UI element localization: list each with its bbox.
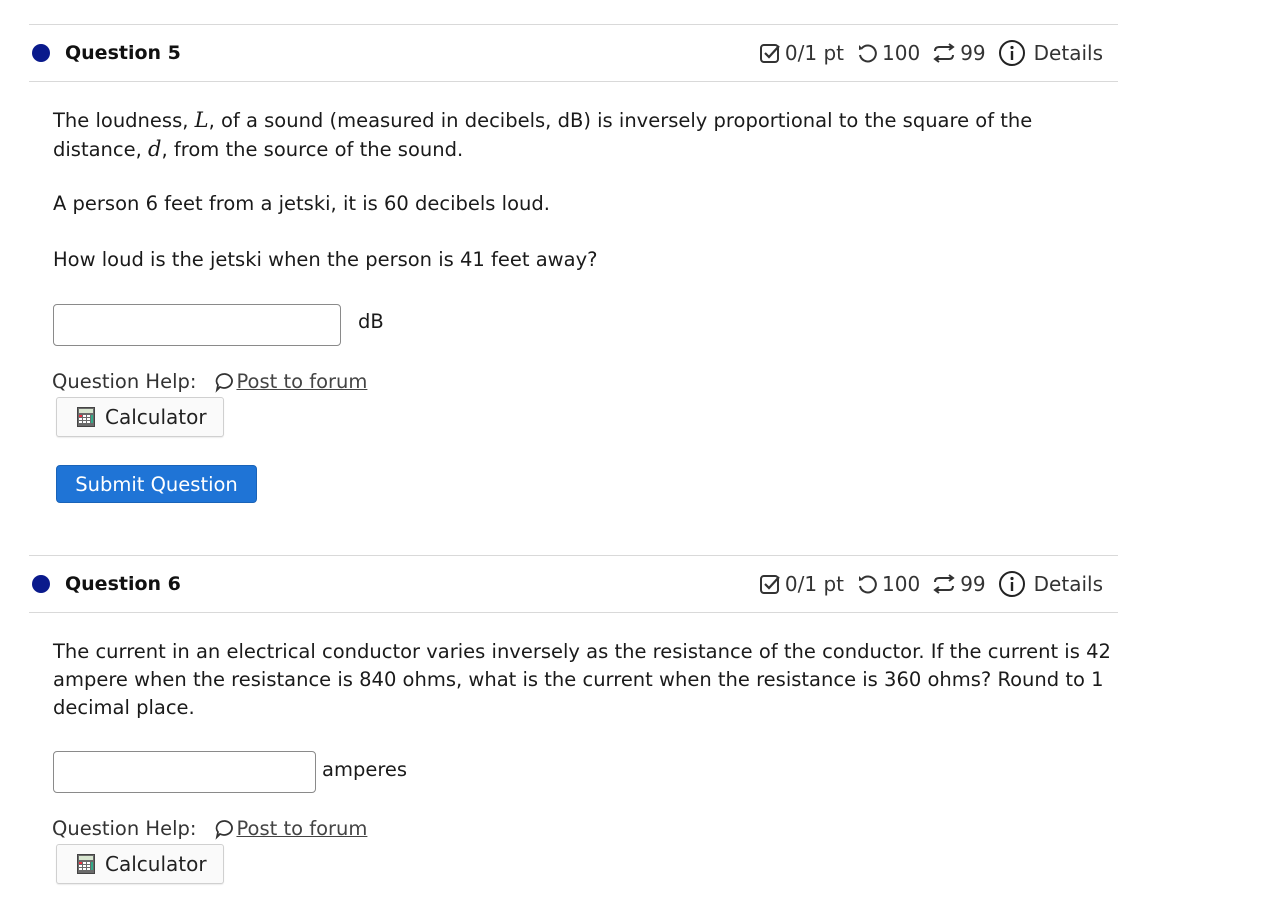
post-to-forum-link[interactable]: Post to forum [214,817,367,840]
checkbox-icon [759,44,780,63]
question-help: Question Help: Post to forum [52,817,367,840]
attempts-indicator: 99 [932,41,986,65]
info-icon [998,40,1025,66]
info-icon [998,571,1025,597]
question-meta: 0/1 pt 100 99 Details [759,570,1103,598]
question-help-label: Question Help: [52,370,197,393]
points-text: 0/1 pt [784,41,845,65]
question-text-part: , from the source of the sound. [161,138,464,161]
calculator-icon [77,407,95,427]
attempts-text: 99 [960,41,986,65]
question-meta: 0/1 pt 100 99 Details [759,39,1103,67]
calculator-label: Calculator [105,405,207,429]
question-text-given: A person 6 feet from a jetski, it is 60 … [53,192,550,215]
details-text: Details [1033,41,1103,65]
question-text-prompt: How loud is the jetski when the person i… [53,248,598,271]
attempts-text: 99 [960,572,986,596]
details-link[interactable]: Details [998,570,1103,598]
unit-label: dB [358,310,384,333]
post-to-forum-text: Post to forum [236,817,368,840]
answer-input[interactable] [53,304,341,346]
tries-text: 100 [882,41,921,65]
post-to-forum-text: Post to forum [236,370,368,393]
chat-icon [215,819,234,840]
retry-icon [859,575,877,594]
question-text-part: The loudness, [53,109,195,132]
retry-icon [859,44,877,63]
unit-label: amperes [322,758,408,781]
chat-icon [215,372,234,393]
attempts-indicator: 99 [932,572,986,596]
attempts-icon [933,43,955,63]
attempts-icon [933,574,955,594]
calculator-button[interactable]: Calculator [56,844,224,884]
checkbox-icon [759,575,780,594]
tries-indicator: 100 [856,572,920,596]
answer-input[interactable] [53,751,316,793]
points-indicator: 0/1 pt [759,572,844,596]
question-title: Question 6 [65,573,181,595]
question-6-header: Question 6 0/1 pt 100 99 Details [29,555,1118,613]
question-help: Question Help: Post to forum [52,370,367,393]
question-help-label: Question Help: [52,817,197,840]
points-text: 0/1 pt [784,572,845,596]
variable-d: d [148,137,162,161]
question-text: The loudness, L, of a sound (measured in… [53,106,1113,164]
calculator-button[interactable]: Calculator [56,397,224,437]
submit-question-button[interactable]: Submit Question [56,465,257,503]
details-text: Details [1033,572,1103,596]
question-title: Question 5 [65,42,181,64]
details-link[interactable]: Details [998,39,1103,67]
tries-indicator: 100 [856,41,920,65]
status-dot [32,44,50,62]
status-dot [32,575,50,593]
tries-text: 100 [882,572,921,596]
calculator-label: Calculator [105,852,207,876]
post-to-forum-link[interactable]: Post to forum [214,370,367,393]
points-indicator: 0/1 pt [759,41,844,65]
calculator-icon [77,854,95,874]
question-5-header: Question 5 0/1 pt 100 99 Details [29,24,1118,82]
question-text: The current in an electrical conductor v… [53,640,1111,719]
variable-L: L [194,108,209,132]
